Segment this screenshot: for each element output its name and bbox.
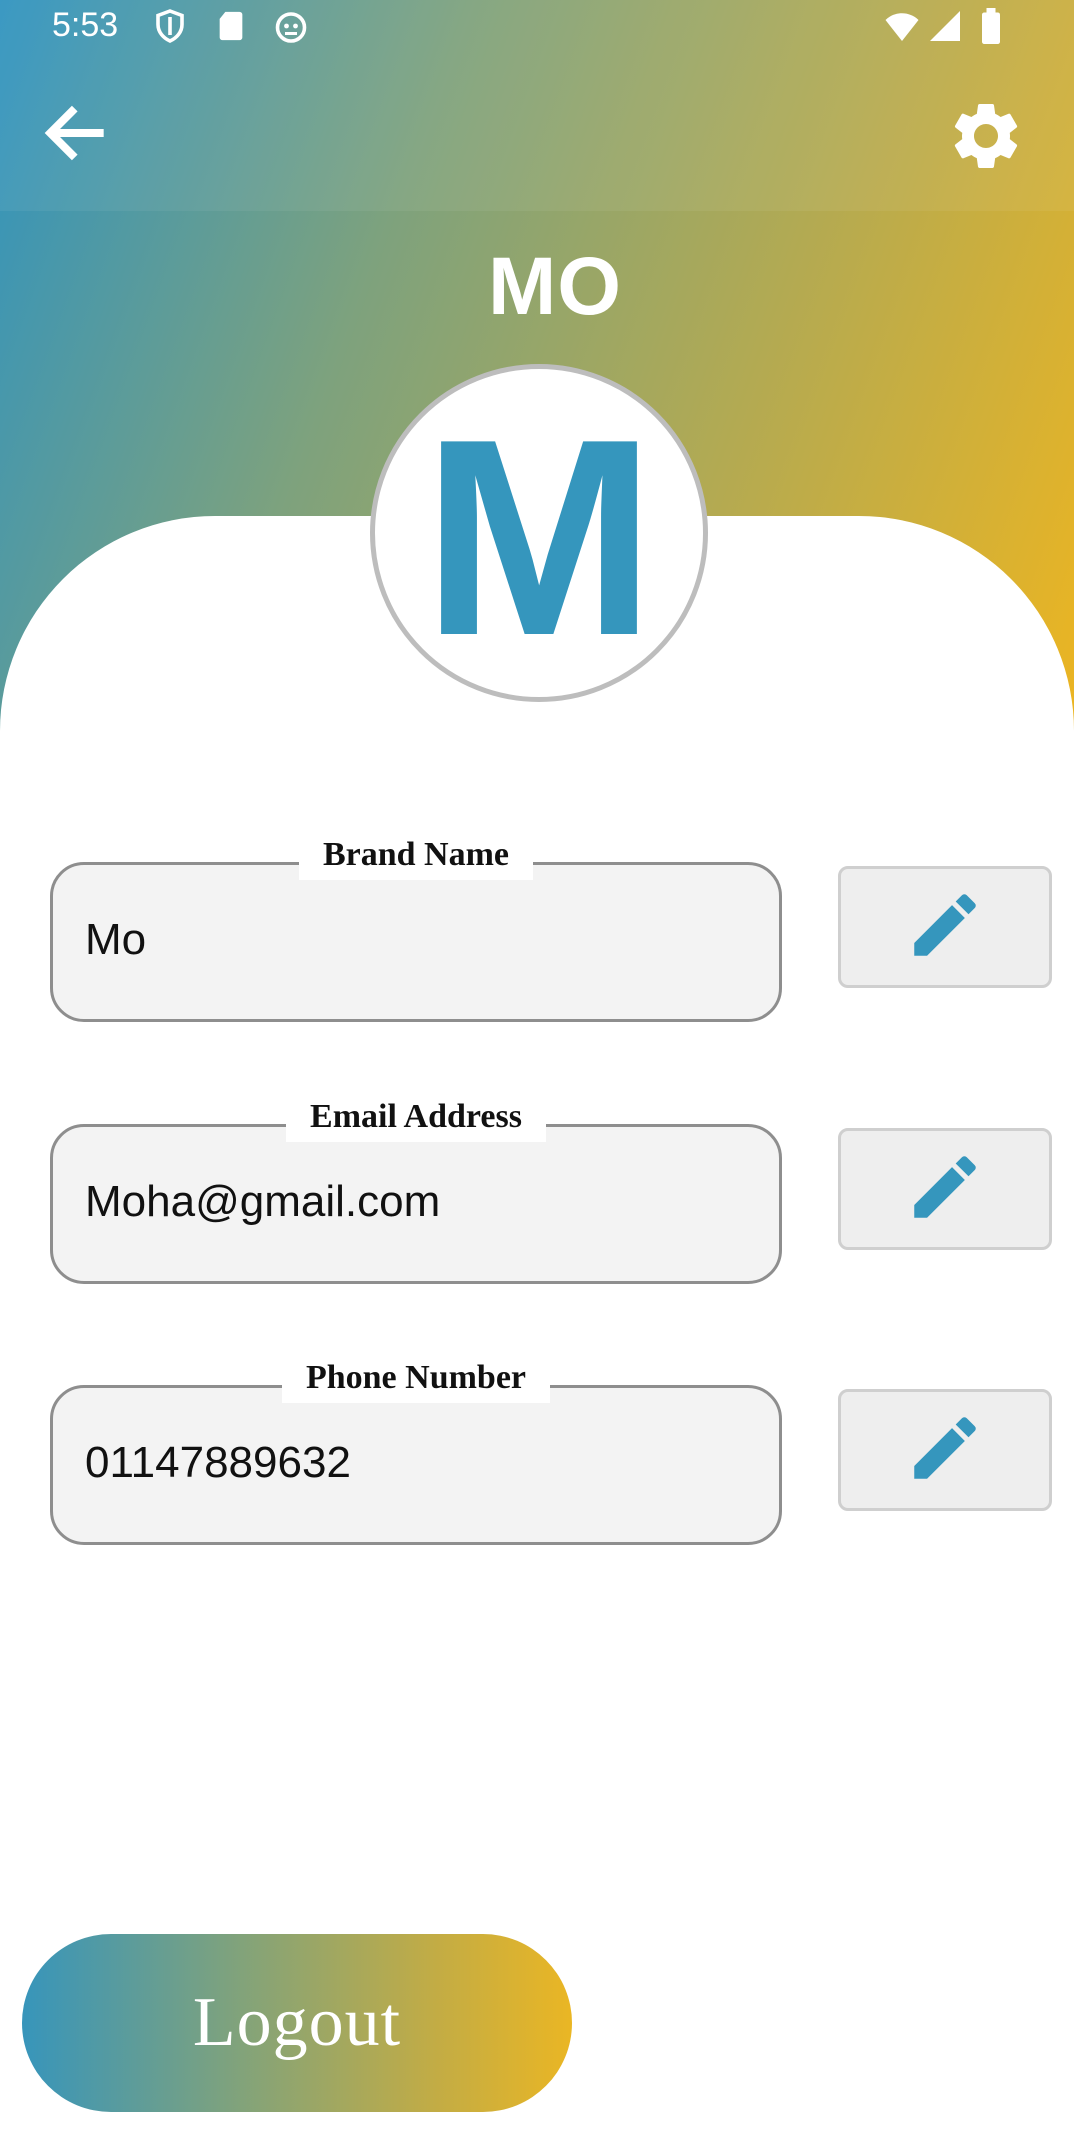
edit-phone-button[interactable] — [838, 1389, 1052, 1511]
sd-card-icon — [214, 8, 248, 49]
signal-icon — [926, 8, 964, 49]
profile-title: MO — [487, 241, 623, 332]
arrow-left-icon — [38, 105, 112, 174]
edit-brand-name-button[interactable] — [838, 866, 1052, 988]
gear-icon — [946, 103, 1026, 180]
status-bar: 5:53 — [0, 0, 1074, 52]
wifi-icon — [882, 8, 922, 49]
avatar-letter: M — [422, 382, 656, 694]
logout-button[interactable]: Logout — [22, 1934, 572, 2112]
status-time: 5:53 — [52, 6, 119, 44]
edit-email-button[interactable] — [838, 1128, 1052, 1250]
back-button[interactable] — [38, 96, 112, 170]
battery-icon — [978, 8, 1004, 49]
cat-face-icon — [272, 8, 310, 49]
avatar: M — [370, 364, 708, 702]
pencil-icon — [904, 1146, 986, 1233]
pencil-icon — [904, 884, 986, 971]
settings-button[interactable] — [946, 96, 1026, 176]
email-value: Moha@gmail.com — [85, 1177, 441, 1226]
brand-name-value: Mo — [85, 915, 147, 964]
pencil-icon — [904, 1407, 986, 1494]
phone-field[interactable]: 01147889632 — [50, 1385, 782, 1545]
email-field[interactable]: Moha@gmail.com — [50, 1124, 782, 1284]
content-sheet — [0, 516, 1074, 2145]
shield-icon — [152, 8, 188, 49]
brand-name-row: Mo Brand Name — [0, 830, 1074, 1022]
logout-label: Logout — [192, 1984, 402, 2061]
phone-value: 01147889632 — [85, 1438, 351, 1487]
email-row: Moha@gmail.com Email Address — [0, 1092, 1074, 1284]
phone-row: 01147889632 Phone Number — [0, 1353, 1074, 1545]
brand-name-field[interactable]: Mo — [50, 862, 782, 1022]
